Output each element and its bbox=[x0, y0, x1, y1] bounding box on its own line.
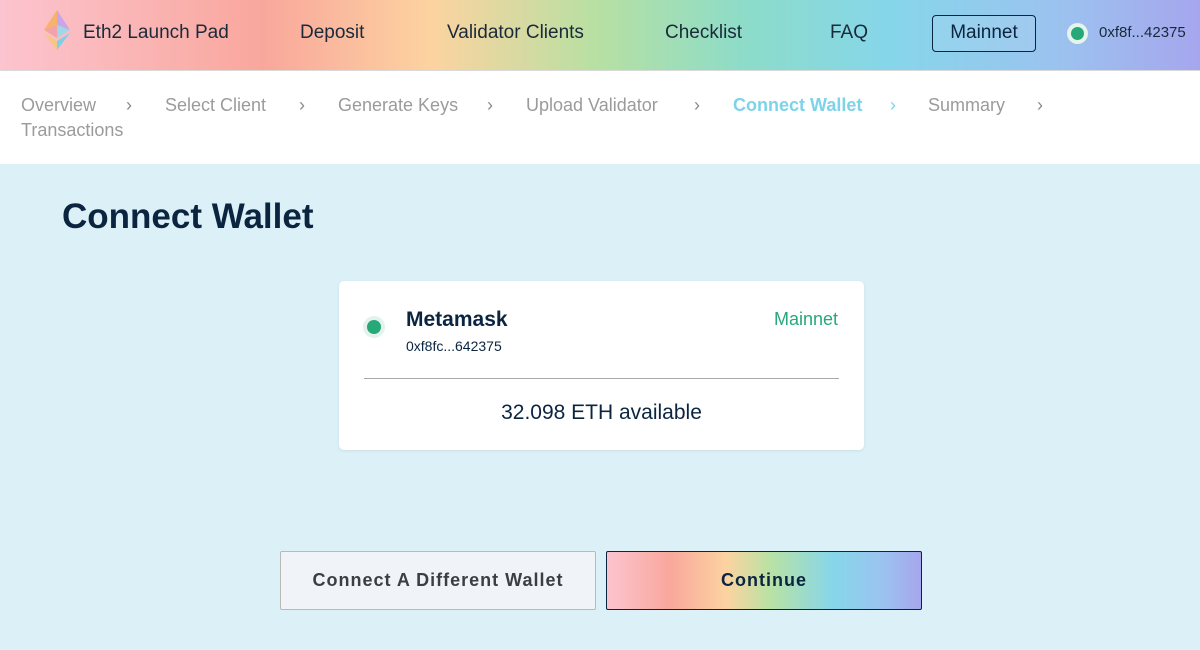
account-status-icon bbox=[1067, 23, 1088, 44]
chevron-right-icon: › bbox=[694, 95, 700, 115]
wallet-name: Metamask bbox=[406, 308, 508, 331]
connect-different-wallet-button[interactable]: Connect A Different Wallet bbox=[280, 551, 596, 610]
card-divider bbox=[364, 378, 839, 379]
wallet-network: Mainnet bbox=[773, 309, 838, 329]
ethereum-logo-icon[interactable] bbox=[44, 10, 70, 50]
step-overview[interactable]: Overview bbox=[21, 95, 96, 116]
chevron-right-icon: › bbox=[126, 95, 132, 115]
step-connect-wallet[interactable]: Connect Wallet bbox=[733, 95, 862, 116]
step-summary[interactable]: Summary bbox=[928, 95, 1005, 116]
brand-title[interactable]: Eth2 Launch Pad bbox=[83, 22, 229, 44]
nav-deposit[interactable]: Deposit bbox=[300, 22, 364, 44]
chevron-right-icon: › bbox=[299, 95, 305, 115]
chevron-right-icon: › bbox=[890, 95, 896, 115]
wallet-card: Metamask 0xf8fc...642375 Mainnet 32.098 … bbox=[339, 281, 864, 450]
step-generate-keys[interactable]: Generate Keys bbox=[338, 95, 458, 116]
top-navigation-bar: Eth2 Launch Pad Deposit Validator Client… bbox=[0, 0, 1200, 71]
nav-faq[interactable]: FAQ bbox=[830, 22, 868, 44]
wallet-address: 0xf8fc...642375 bbox=[406, 338, 502, 354]
nav-checklist[interactable]: Checklist bbox=[665, 22, 742, 44]
chevron-right-icon: › bbox=[1037, 95, 1043, 115]
wallet-status-icon bbox=[363, 316, 385, 338]
step-breadcrumb: Overview › Select Client › Generate Keys… bbox=[0, 71, 1200, 164]
step-transactions[interactable]: Transactions bbox=[21, 120, 123, 141]
step-upload-validator[interactable]: Upload Validator bbox=[526, 95, 658, 116]
wallet-balance: 32.098 ETH available bbox=[501, 401, 702, 424]
page-title: Connect Wallet bbox=[62, 197, 314, 236]
account-address[interactable]: 0xf8f...42375 bbox=[1099, 24, 1186, 41]
chevron-right-icon: › bbox=[487, 95, 493, 115]
nav-validator-clients[interactable]: Validator Clients bbox=[447, 22, 584, 44]
network-button[interactable]: Mainnet bbox=[932, 15, 1036, 52]
step-select-client[interactable]: Select Client bbox=[165, 95, 266, 116]
continue-button[interactable]: Continue bbox=[606, 551, 922, 610]
